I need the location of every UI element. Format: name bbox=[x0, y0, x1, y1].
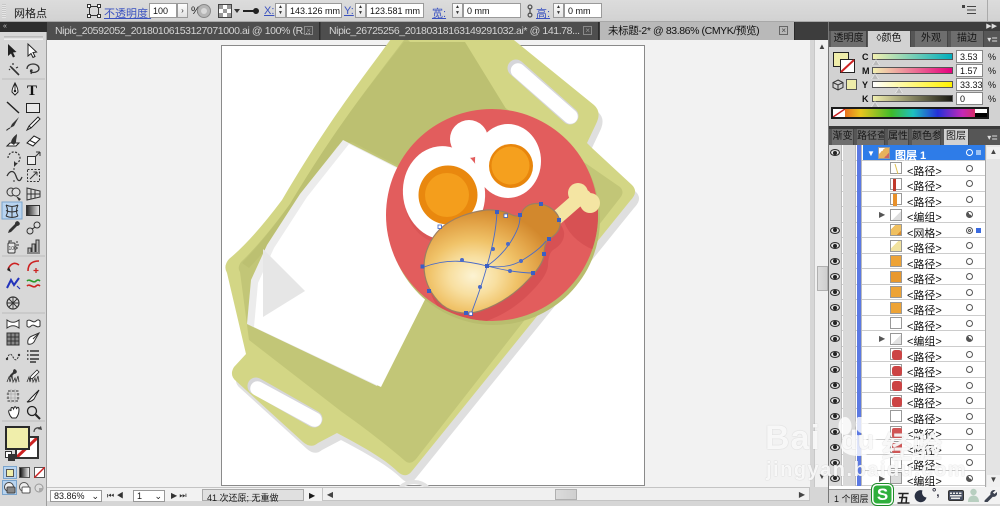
svg-text:T: T bbox=[27, 83, 37, 99]
svg-text:100: 100 bbox=[9, 246, 18, 252]
